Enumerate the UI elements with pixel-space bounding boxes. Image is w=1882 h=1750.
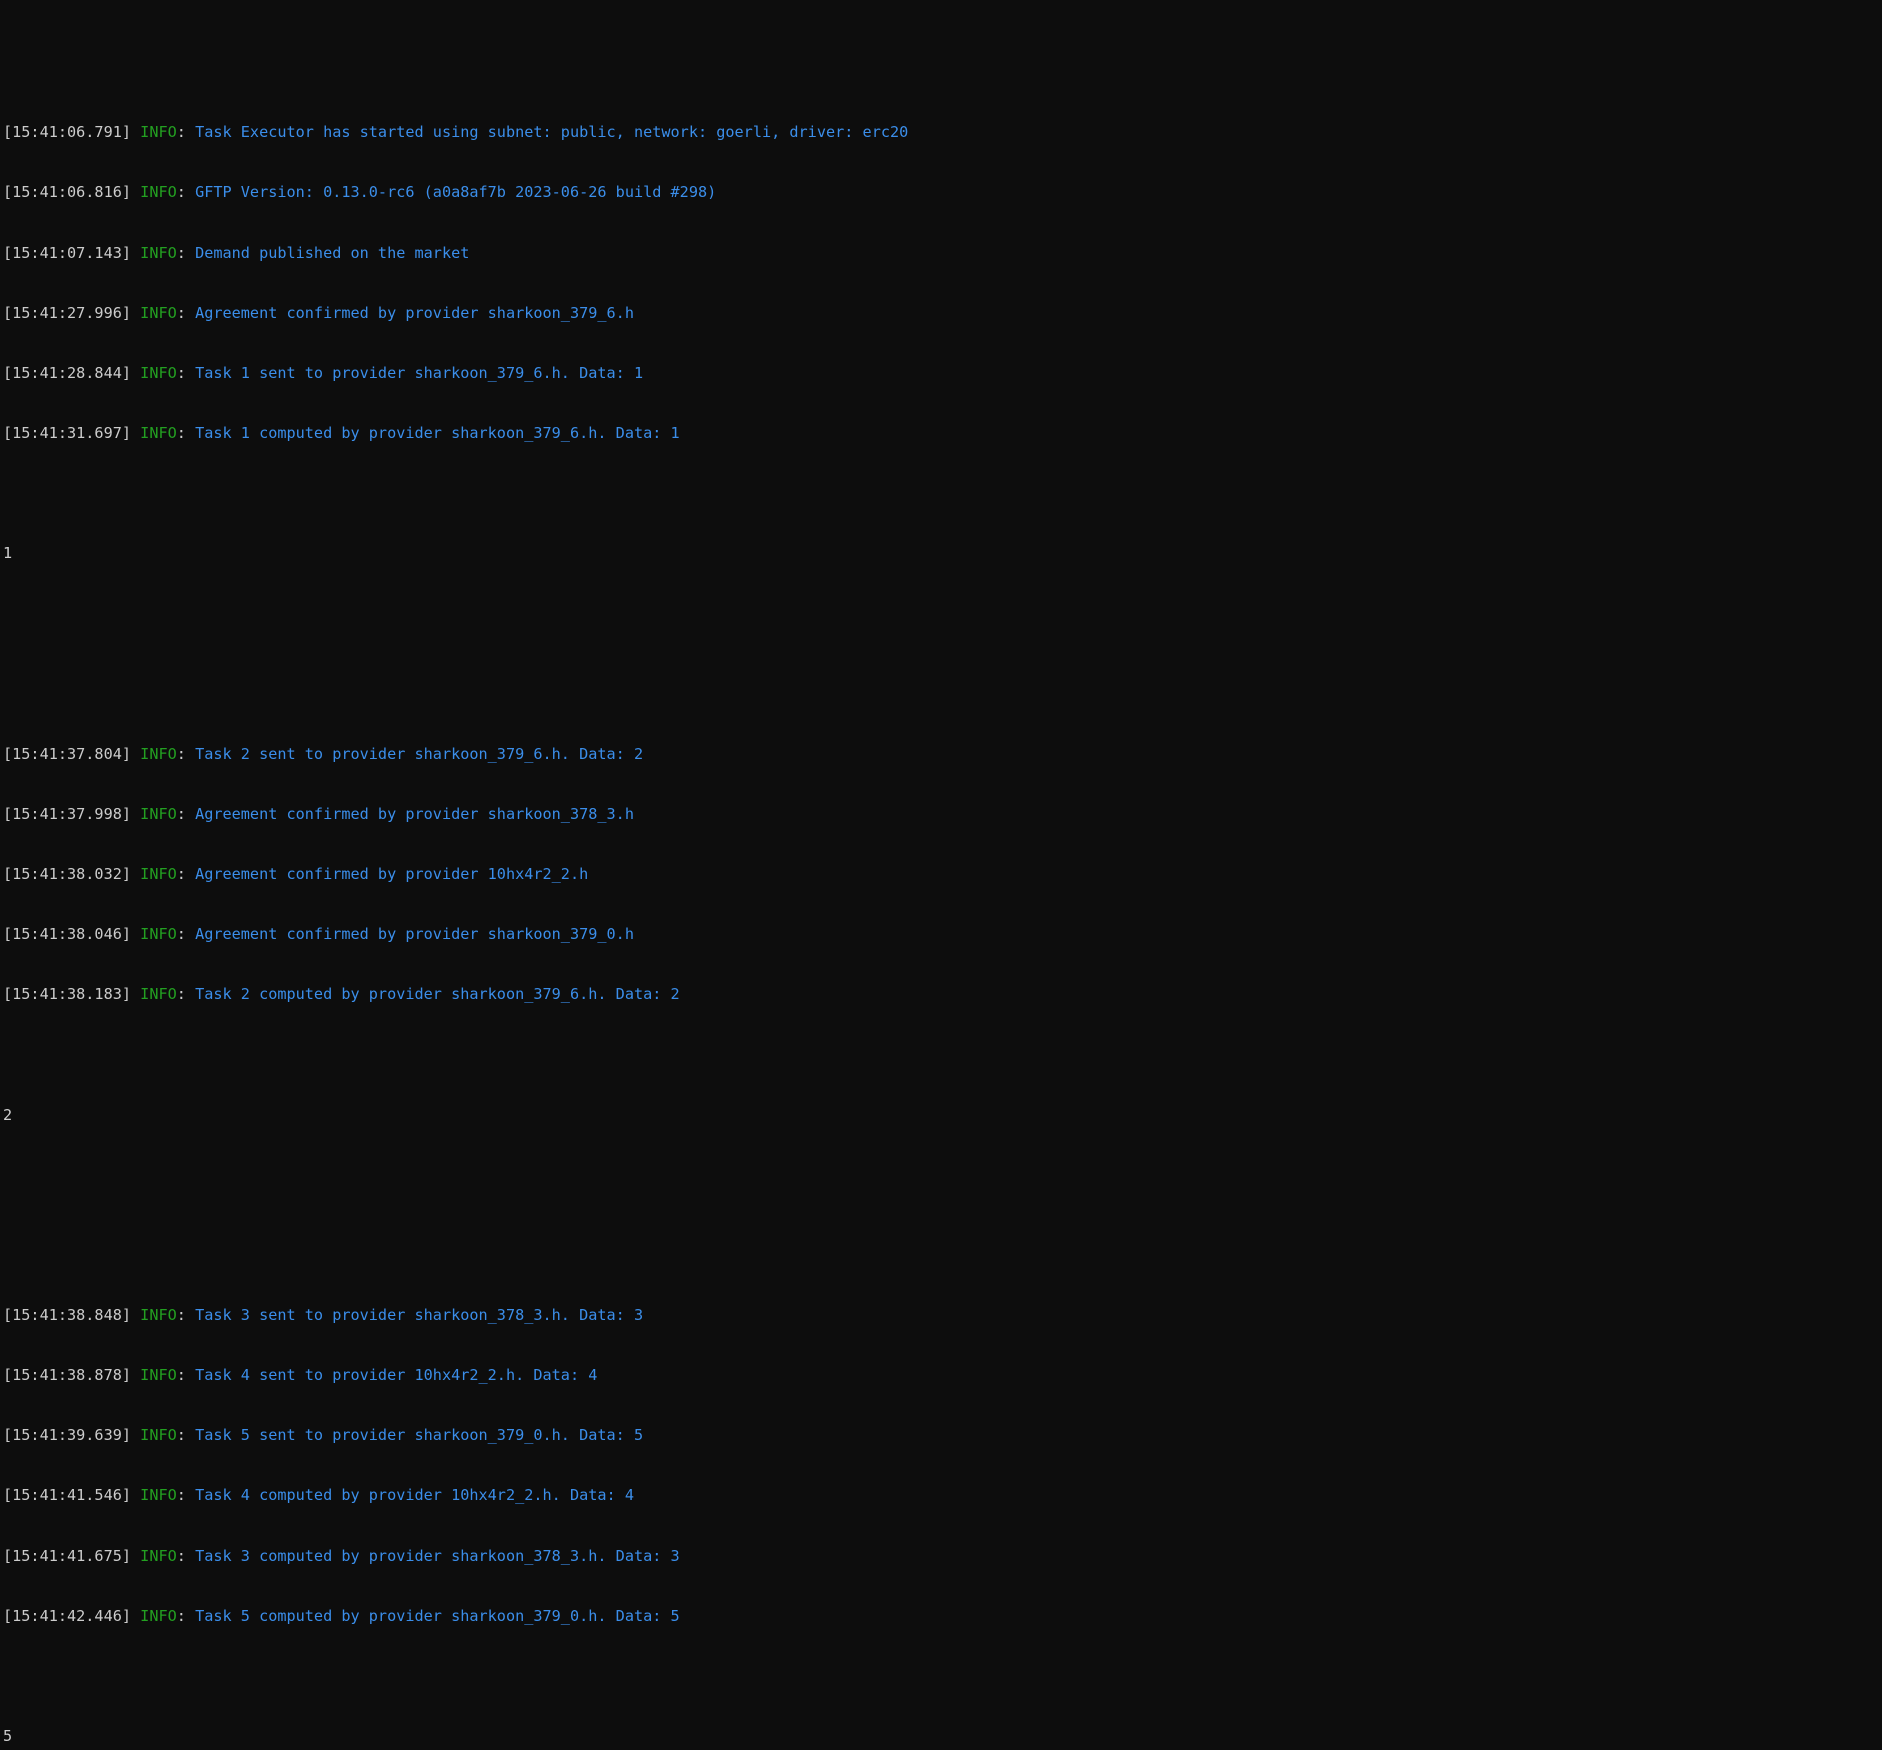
log-level: INFO [140, 303, 177, 322]
log-message: Task 3 computed by provider sharkoon_378… [195, 1546, 680, 1565]
log-line: [15:41:39.639] INFO: Task 5 sent to prov… [3, 1425, 1882, 1445]
log-level: INFO [140, 985, 177, 1004]
log-block-startup: [15:41:06.791] INFO: Task Executor has s… [3, 82, 1882, 483]
log-line: [15:41:41.546] INFO: Task 4 computed by … [3, 1485, 1882, 1505]
log-message: Agreement confirmed by provider sharkoon… [195, 303, 634, 322]
log-level: INFO [140, 123, 177, 142]
log-separator: : [176, 1366, 186, 1385]
log-separator: : [176, 1306, 186, 1325]
log-level: INFO [140, 1486, 177, 1505]
log-message: Task 4 sent to provider 10hx4r2_2.h. Dat… [195, 1366, 598, 1385]
log-message: Task 5 computed by provider sharkoon_379… [195, 1606, 680, 1625]
log-line: [15:41:38.183] INFO: Task 2 computed by … [3, 984, 1882, 1004]
log-timestamp: [15:41:42.446] [3, 1606, 132, 1625]
log-separator: : [176, 865, 186, 884]
log-level: INFO [140, 1306, 177, 1325]
stdout-result: 5 [3, 1727, 13, 1746]
log-timestamp: [15:41:31.697] [3, 423, 132, 442]
log-timestamp: [15:41:38.032] [3, 865, 132, 884]
log-level: INFO [140, 1546, 177, 1565]
log-level: INFO [140, 925, 177, 944]
log-timestamp: [15:41:37.804] [3, 744, 132, 763]
log-line: [15:41:38.032] INFO: Agreement confirmed… [3, 864, 1882, 884]
log-separator: : [176, 985, 186, 1004]
log-separator: : [176, 1486, 186, 1505]
log-line: [15:41:38.848] INFO: Task 3 sent to prov… [3, 1305, 1882, 1325]
log-line: [15:41:07.143] INFO: Demand published on… [3, 243, 1882, 263]
log-level: INFO [140, 1366, 177, 1385]
log-block-agreements: [15:41:37.804] INFO: Task 2 sent to prov… [3, 704, 1882, 1045]
log-separator: : [176, 744, 186, 763]
log-separator: : [176, 183, 186, 202]
log-timestamp: [15:41:38.878] [3, 1366, 132, 1385]
log-message: Task 1 computed by provider sharkoon_379… [195, 423, 680, 442]
log-separator: : [176, 804, 186, 823]
log-message: Task 1 sent to provider sharkoon_379_6.h… [195, 363, 644, 382]
log-separator: : [176, 243, 186, 262]
log-message: Task 2 computed by provider sharkoon_379… [195, 985, 680, 1004]
log-timestamp: [15:41:28.844] [3, 363, 132, 382]
log-message: Task Executor has started using subnet: … [195, 123, 909, 142]
log-message: Task 3 sent to provider sharkoon_378_3.h… [195, 1306, 644, 1325]
log-timestamp: [15:41:38.046] [3, 925, 132, 944]
log-level: INFO [140, 363, 177, 382]
log-message: Agreement confirmed by provider 10hx4r2_… [195, 865, 589, 884]
stdout-result: 2 [3, 1105, 13, 1124]
log-timestamp: [15:41:41.546] [3, 1486, 132, 1505]
log-separator: : [176, 925, 186, 944]
log-separator: : [176, 123, 186, 142]
log-timestamp: [15:41:27.996] [3, 303, 132, 322]
log-separator: : [176, 1606, 186, 1625]
log-separator: : [176, 303, 186, 322]
log-message: Task 5 sent to provider sharkoon_379_0.h… [195, 1426, 644, 1445]
log-timestamp: [15:41:06.791] [3, 123, 132, 142]
log-timestamp: [15:41:41.675] [3, 1546, 132, 1565]
log-separator: : [176, 1546, 186, 1565]
log-message: Task 4 computed by provider 10hx4r2_2.h.… [195, 1486, 634, 1505]
log-level: INFO [140, 1606, 177, 1625]
log-level: INFO [140, 865, 177, 884]
log-timestamp: [15:41:39.639] [3, 1426, 132, 1445]
log-separator: : [176, 423, 186, 442]
log-timestamp: [15:41:38.848] [3, 1306, 132, 1325]
log-line: [15:41:41.675] INFO: Task 3 computed by … [3, 1546, 1882, 1566]
log-line: [15:41:37.998] INFO: Agreement confirmed… [3, 804, 1882, 824]
log-line: [15:41:27.996] INFO: Agreement confirmed… [3, 303, 1882, 323]
log-level: INFO [140, 804, 177, 823]
log-timestamp: [15:41:07.143] [3, 243, 132, 262]
log-message: GFTP Version: 0.13.0-rc6 (a0a8af7b 2023-… [195, 183, 717, 202]
log-line: [15:41:42.446] INFO: Task 5 computed by … [3, 1606, 1882, 1626]
log-message: Agreement confirmed by provider sharkoon… [195, 925, 634, 944]
log-level: INFO [140, 423, 177, 442]
log-message: Demand published on the market [195, 243, 470, 262]
log-timestamp: [15:41:06.816] [3, 183, 132, 202]
log-line: [15:41:28.844] INFO: Task 1 sent to prov… [3, 363, 1882, 383]
log-level: INFO [140, 744, 177, 763]
log-line: [15:41:06.816] INFO: GFTP Version: 0.13.… [3, 182, 1882, 202]
log-block-tasks: [15:41:38.848] INFO: Task 3 sent to prov… [3, 1265, 1882, 1666]
stdout-result: 1 [3, 544, 13, 563]
log-line: [15:41:37.804] INFO: Task 2 sent to prov… [3, 744, 1882, 764]
log-line: [15:41:06.791] INFO: Task Executor has s… [3, 122, 1882, 142]
log-level: INFO [140, 183, 177, 202]
log-message: Agreement confirmed by provider sharkoon… [195, 804, 634, 823]
log-level: INFO [140, 243, 177, 262]
log-line: [15:41:38.878] INFO: Task 4 sent to prov… [3, 1365, 1882, 1385]
log-timestamp: [15:41:37.998] [3, 804, 132, 823]
log-level: INFO [140, 1426, 177, 1445]
log-line: [15:41:31.697] INFO: Task 1 computed by … [3, 423, 1882, 443]
log-message: Task 2 sent to provider sharkoon_379_6.h… [195, 744, 644, 763]
log-separator: : [176, 363, 186, 382]
log-line: [15:41:38.046] INFO: Agreement confirmed… [3, 924, 1882, 944]
terminal-output[interactable]: [15:41:06.791] INFO: Task Executor has s… [0, 0, 1882, 1745]
log-separator: : [176, 1426, 186, 1445]
log-timestamp: [15:41:38.183] [3, 985, 132, 1004]
